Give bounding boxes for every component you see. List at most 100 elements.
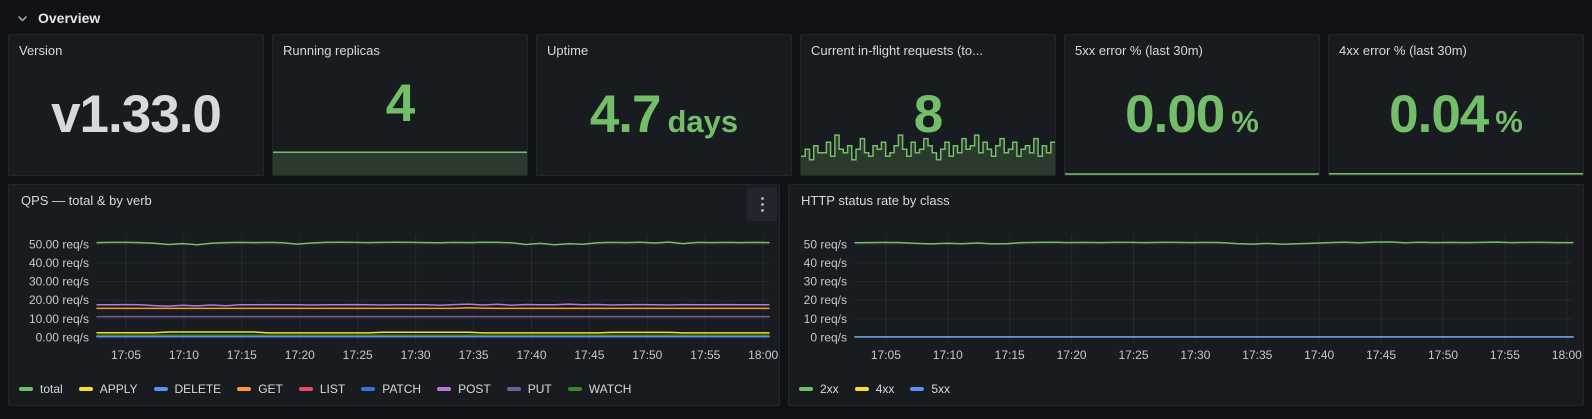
svg-text:17:10: 17:10 [169,348,199,362]
legend-swatch-icon [78,387,93,391]
legend-label: APPLY [99,382,138,396]
version-value: v1.33.0 [51,84,222,144]
panel-title[interactable]: Version [9,35,263,59]
uptime-unit: days [667,103,739,139]
svg-text:17:45: 17:45 [1366,348,1396,362]
svg-text:17:40: 17:40 [516,348,546,362]
panel-title[interactable]: 4xx error % (last 30m) [1329,35,1583,59]
legend-swatch-icon [298,387,313,391]
svg-text:17:15: 17:15 [227,348,257,362]
svg-text:30 req/s: 30 req/s [804,275,847,289]
error4xx-sparkline [1329,169,1583,175]
stat-value: v1.33.0 [9,53,263,175]
svg-text:20 req/s: 20 req/s [804,293,847,307]
svg-text:17:05: 17:05 [871,348,901,362]
legend-label: WATCH [588,382,632,396]
svg-text:10 req/s: 10 req/s [804,312,847,326]
svg-text:20.00 req/s: 20.00 req/s [29,293,89,307]
svg-text:40.00 req/s: 40.00 req/s [29,256,89,270]
panel-4xx-error: 4xx error % (last 30m) 0.04 % [1328,34,1584,176]
stat-value: 4 [273,53,527,153]
panel-title[interactable]: 5xx error % (last 30m) [1065,35,1319,59]
legend-swatch-icon [361,387,376,391]
error5xx-value: 0.00 [1125,84,1225,144]
error5xx-unit: % [1231,103,1259,139]
dashboard-row-header[interactable]: Overview [0,0,1592,30]
svg-text:0.00 req/s: 0.00 req/s [36,330,89,344]
panel-inflight-requests: Current in-flight requests (to... 8 [800,34,1056,176]
svg-text:17:30: 17:30 [1180,348,1210,362]
legend-item-GET[interactable]: GET [237,382,283,396]
replicas-value: 4 [385,73,416,133]
legend-item-total[interactable]: total [19,382,63,396]
legend-label: 2xx [820,382,839,396]
legend-swatch-icon [567,387,582,391]
stat-value: 0.04 % [1329,53,1583,175]
legend-swatch-icon [237,387,252,391]
svg-text:50 req/s: 50 req/s [804,237,847,251]
uptime-value: 4.7 [589,84,662,144]
panel-uptime: Uptime 4.7 days [536,34,792,176]
svg-text:30.00 req/s: 30.00 req/s [29,275,89,289]
legend-swatch-icon [19,387,33,391]
svg-text:40 req/s: 40 req/s [804,256,847,270]
svg-text:17:55: 17:55 [690,348,720,362]
panel-menu-kebab-icon[interactable] [747,187,777,221]
panel-title[interactable]: HTTP status rate by class [789,185,1583,208]
legend-item-PUT[interactable]: PUT [506,382,552,396]
legend-item-DELETE[interactable]: DELETE [153,382,221,396]
legend-label: PATCH [382,382,422,396]
error4xx-unit: % [1495,103,1523,139]
stat-value: 0.00 % [1065,53,1319,175]
svg-text:50.00 req/s: 50.00 req/s [29,237,89,251]
http-legend: 2xx 4xx 5xx [799,382,1575,396]
chevron-down-icon[interactable] [16,12,28,24]
legend-item-4xx[interactable]: 4xx [854,382,895,396]
svg-text:17:35: 17:35 [459,348,489,362]
replicas-sparkline [273,149,527,175]
legend-label: LIST [319,382,346,396]
svg-text:0 req/s: 0 req/s [810,330,847,344]
svg-text:17:25: 17:25 [1118,348,1148,362]
svg-text:17:05: 17:05 [111,348,141,362]
legend-item-5xx[interactable]: 5xx [910,382,950,396]
svg-text:17:50: 17:50 [1428,348,1458,362]
svg-text:17:15: 17:15 [995,348,1025,362]
svg-text:17:30: 17:30 [401,348,431,362]
error5xx-sparkline [1065,169,1319,175]
legend-item-APPLY[interactable]: APPLY [78,382,138,396]
legend-label: 4xx [875,382,895,396]
legend-item-LIST[interactable]: LIST [298,382,346,396]
panel-title[interactable]: Current in-flight requests (to... [801,35,1055,59]
legend-item-POST[interactable]: POST [437,382,491,396]
panel-title[interactable]: Running replicas [273,35,527,59]
legend-label: PUT [527,382,552,396]
svg-text:17:20: 17:20 [285,348,315,362]
svg-text:18:00: 18:00 [748,348,778,362]
svg-text:17:25: 17:25 [343,348,373,362]
legend-label: GET [258,382,283,396]
qps-legend: total APPLY DELETE GET LIST PATCH POST PUT WATCH [19,382,771,396]
legend-item-PATCH[interactable]: PATCH [361,382,421,396]
legend-item-WATCH[interactable]: WATCH [567,382,632,396]
panel-http-status: HTTP status rate by class 0 req/s 10 req/… [788,184,1584,406]
svg-text:17:20: 17:20 [1057,348,1087,362]
panel-title[interactable]: Uptime [537,35,791,59]
http-chart-canvas[interactable]: 0 req/s 10 req/s 20 req/s 30 req/s 40 req/s 5… [789,229,1583,365]
svg-text:17:45: 17:45 [574,348,604,362]
qps-chart-canvas[interactable]: 0.00 req/s 10.00 req/s 20.00 req/s 30.00 re… [9,229,779,365]
panel-title[interactable]: QPS — total & by verb [9,185,779,208]
svg-text:10.00 req/s: 10.00 req/s [29,312,89,326]
legend-item-2xx[interactable]: 2xx [799,382,839,396]
svg-text:17:55: 17:55 [1490,348,1520,362]
legend-label: 5xx [931,382,951,396]
panel-qps: QPS — total & by verb 0.00 req/s 10.00 re… [8,184,780,406]
legend-swatch-icon [854,387,869,391]
stat-value: 4.7 days [537,53,791,175]
legend-swatch-icon [153,387,168,391]
inflight-sparkline [801,127,1055,175]
row-title[interactable]: Overview [38,10,100,26]
svg-text:17:50: 17:50 [632,348,662,362]
legend-label: POST [458,382,491,396]
svg-text:18:00: 18:00 [1552,348,1582,362]
